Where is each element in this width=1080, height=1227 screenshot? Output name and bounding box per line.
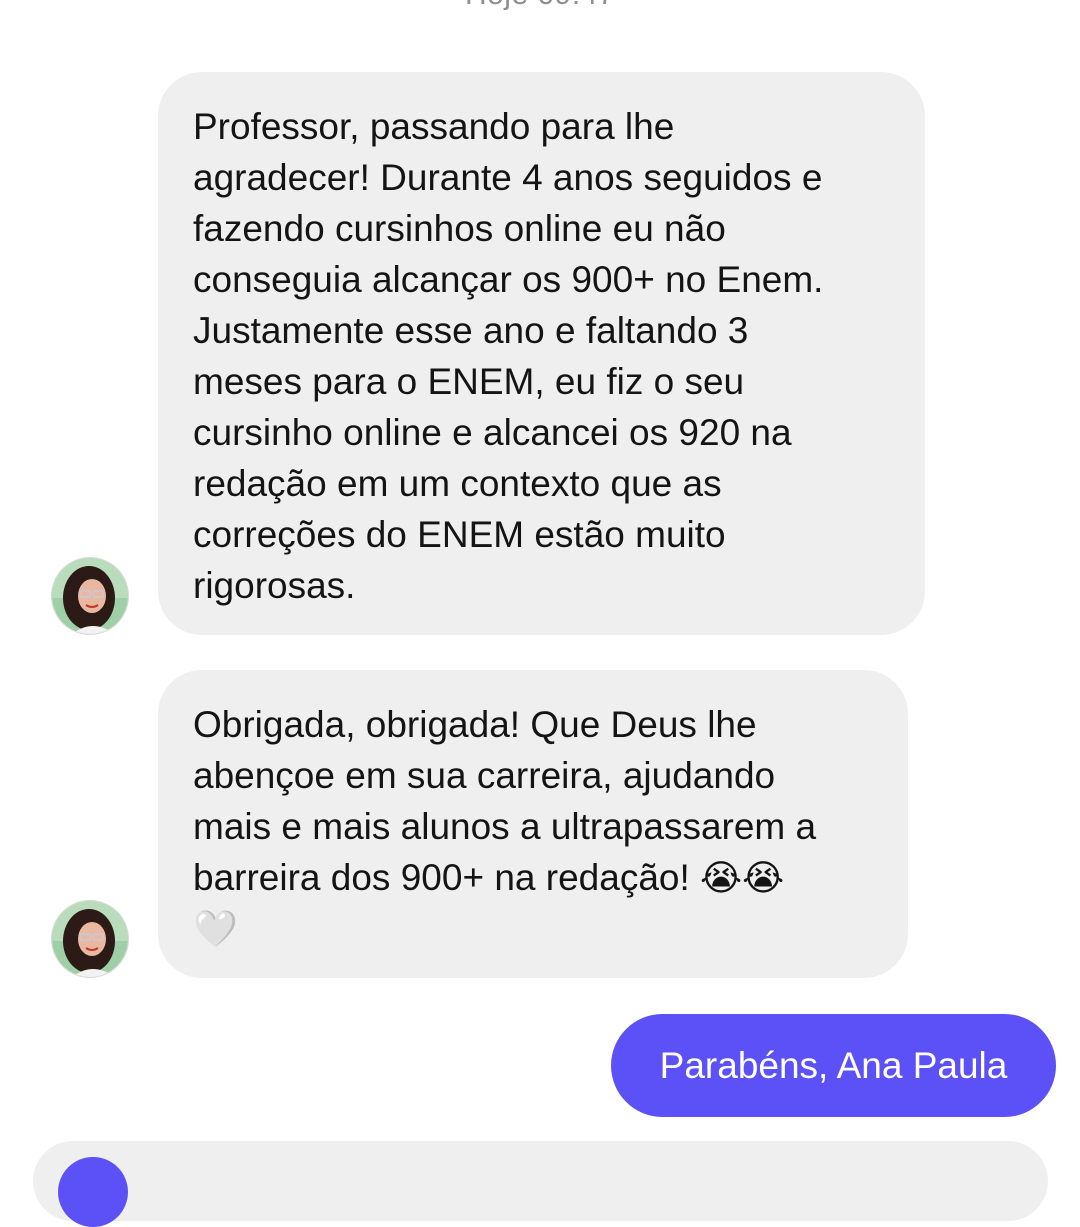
message-composer[interactable] bbox=[33, 1141, 1048, 1221]
message-line: agradecer! Durante 4 anos seguidos e bbox=[193, 157, 823, 198]
message-line-text: barreira dos 900+ na redação! bbox=[193, 857, 701, 898]
message-line: mais e mais alunos a ultrapassarem a bbox=[193, 806, 817, 847]
message-line: Professor, passando para lhe bbox=[193, 106, 675, 147]
camera-button[interactable] bbox=[58, 1157, 128, 1227]
message-bubble-outgoing[interactable]: Parabéns, Ana Paula bbox=[611, 1014, 1056, 1117]
message-line: Obrigada, obrigada! Que Deus lhe bbox=[193, 704, 757, 745]
message-text: Parabéns, Ana Paula bbox=[659, 1044, 1008, 1086]
message-line: abençoe em sua carreira, ajudando bbox=[193, 755, 776, 796]
contact-avatar[interactable] bbox=[51, 900, 129, 978]
message-line: meses para o ENEM, eu fiz o seu bbox=[193, 361, 745, 402]
avatar-photo bbox=[52, 558, 128, 634]
message-bubble-incoming[interactable]: Professor, passando para lhe agradecer! … bbox=[158, 72, 925, 635]
contact-avatar[interactable] bbox=[51, 557, 129, 635]
message-line: barreira dos 900+ na redação! 😭😭 bbox=[193, 852, 878, 904]
message-line: fazendo cursinhos online eu não bbox=[193, 208, 726, 249]
message-bubble-incoming[interactable]: Obrigada, obrigada! Que Deus lhe abençoe… bbox=[158, 670, 908, 978]
message-line: Justamente esse ano e faltando 3 bbox=[193, 310, 749, 351]
crying-emoji: 😭😭 bbox=[700, 858, 785, 899]
message-line: redação em um contexto que as bbox=[193, 463, 722, 504]
message-line: correções do ENEM estão muito bbox=[193, 514, 726, 555]
message-line: cursinho online e alcancei os 920 na bbox=[193, 412, 792, 453]
message-line: rigorosas. bbox=[193, 565, 356, 606]
message-line: conseguia alcançar os 900+ no Enem. bbox=[193, 259, 824, 300]
avatar-photo bbox=[52, 901, 128, 977]
white-heart-emoji: 🤍 bbox=[193, 909, 238, 950]
timestamp: Hoje 09:47 bbox=[0, 0, 1080, 12]
